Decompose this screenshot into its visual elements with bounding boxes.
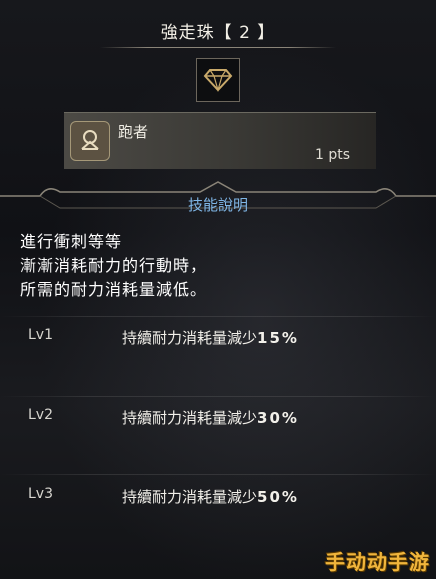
skill-points: 1 pts: [314, 147, 350, 163]
section-title: 技能說明: [187, 196, 248, 214]
level-effect: 持續耐力消耗量減少30%: [122, 409, 299, 427]
title-divider: [100, 47, 336, 48]
row-divider: [0, 396, 436, 397]
skill-name: 跑者: [118, 123, 149, 141]
row-divider: [0, 474, 436, 475]
level-value: 50%: [257, 488, 299, 506]
level-row: Lv3 持續耐力消耗量減少50%: [0, 484, 436, 508]
level-value: 15%: [257, 329, 299, 347]
level-label: Lv1: [28, 327, 53, 343]
level-row: Lv2 持續耐力消耗量減少30%: [0, 405, 436, 429]
level-label: Lv3: [28, 486, 53, 502]
level-value: 30%: [257, 409, 299, 427]
skill-description: 進行衝刺等等 漸漸消耗耐力的行動時， 所需的耐力消耗量減低。: [20, 230, 207, 302]
decoration-title: 強走珠【 2 】: [160, 23, 276, 43]
watermark-logo: 手动动手游: [325, 550, 430, 574]
runner-skill-icon: [70, 121, 110, 161]
level-label: Lv2: [28, 407, 53, 423]
gem-icon: [201, 61, 235, 99]
description-line: 漸漸消耗耐力的行動時，: [20, 256, 208, 275]
decoration-slot[interactable]: [196, 58, 240, 102]
level-effect: 持續耐力消耗量減少50%: [122, 488, 299, 506]
level-effect: 持續耐力消耗量減少15%: [122, 329, 299, 347]
description-line: 所需的耐力消耗量減低。: [20, 280, 208, 299]
row-divider: [0, 316, 436, 317]
skill-row[interactable]: 跑者 1 pts: [64, 112, 376, 169]
level-row: Lv1 持續耐力消耗量減少15%: [0, 325, 436, 349]
description-line: 進行衝刺等等: [20, 232, 123, 251]
